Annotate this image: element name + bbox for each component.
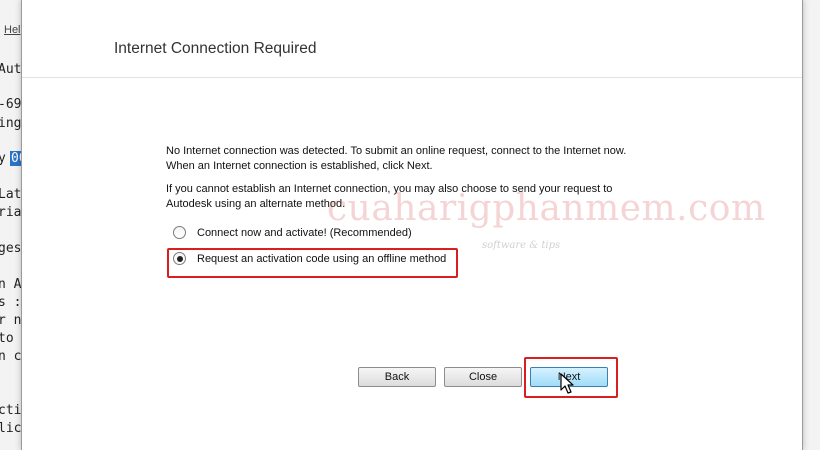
help-menu[interactable]: Hel <box>4 24 21 36</box>
close-button[interactable]: Close <box>444 367 522 387</box>
no-connection-message: No Internet connection was detected. To … <box>166 145 627 172</box>
background-window-edge <box>802 0 820 450</box>
option-connect-now-label: Connect now and activate! (Recommended) <box>197 226 412 239</box>
watermark-subtext: software & tips <box>482 240 561 251</box>
activation-dialog: Internet Connection Required No Internet… <box>21 0 803 450</box>
offline-option-highlight <box>167 248 458 278</box>
back-button[interactable]: Back <box>358 367 436 387</box>
alternate-method-message: If you cannot establish an Internet conn… <box>166 183 613 210</box>
console-line: y <box>0 151 6 166</box>
dialog-title: Internet Connection Required <box>114 40 317 57</box>
option-connect-now[interactable]: Connect now and activate! (Recommended) <box>173 226 412 239</box>
console-line: s : <box>0 295 22 310</box>
console-line: ing <box>0 116 22 131</box>
mouse-pointer-icon <box>560 373 574 394</box>
radio-connect-now[interactable] <box>173 226 186 239</box>
dialog-header: Internet Connection Required <box>22 0 802 78</box>
